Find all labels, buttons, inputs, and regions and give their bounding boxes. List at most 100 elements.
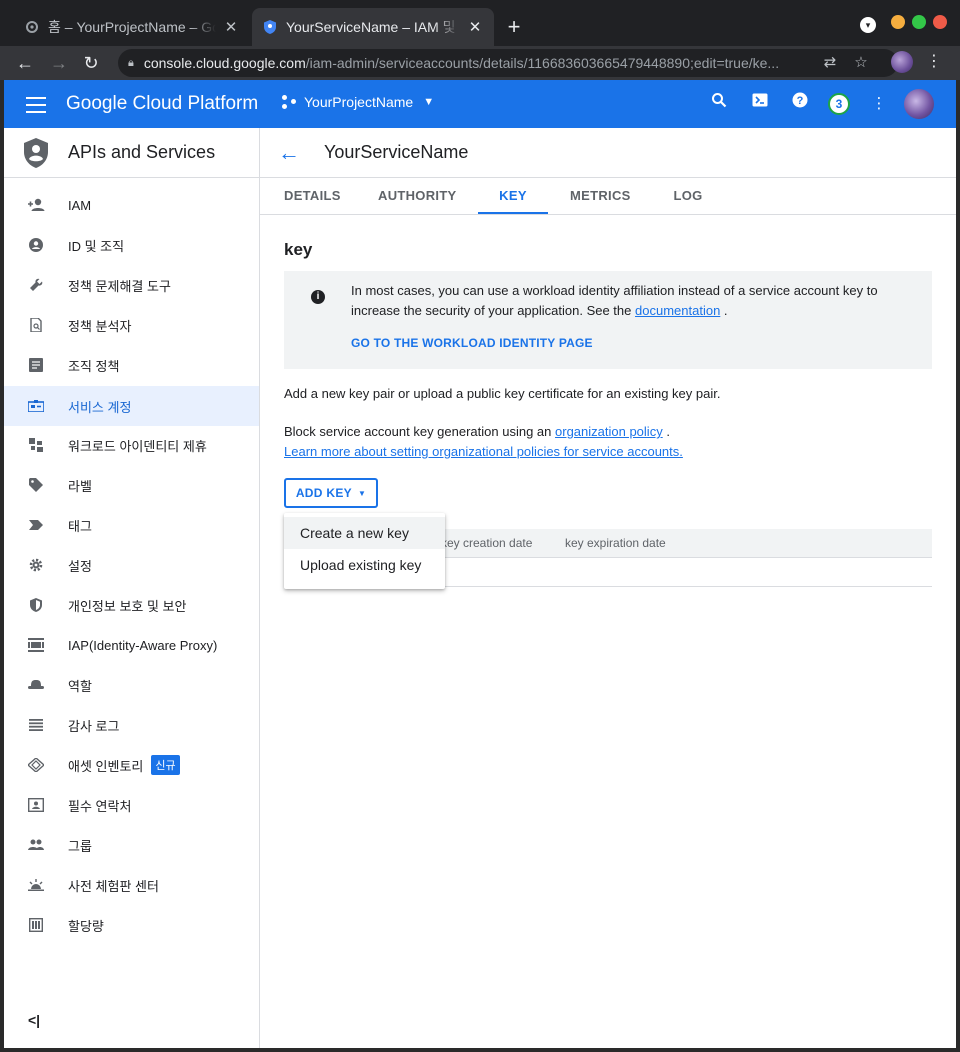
- browser-tab-home[interactable]: 홈 – YourProjectName – Google Cloud ✕: [14, 8, 250, 46]
- sidebar-item-privacy-security[interactable]: 개인정보 보호 및 보안: [4, 585, 259, 625]
- back-icon[interactable]: ←: [12, 50, 38, 76]
- workload-identity-page-link[interactable]: GO TO THE WORKLOAD IDENTITY PAGE: [351, 336, 593, 350]
- sidebar-item-preview-center[interactable]: 사전 체험판 센터: [4, 865, 259, 905]
- sidebar-item-org-policy[interactable]: 조직 정책: [4, 345, 259, 385]
- maximize-button[interactable]: [912, 15, 926, 29]
- info-text-end: .: [723, 303, 728, 318]
- browser-menu-icon[interactable]: ⋮: [926, 51, 942, 71]
- wrench-icon: [26, 275, 46, 295]
- add-key-menu: Create a new key Upload existing key: [284, 513, 445, 589]
- tab-search-icon[interactable]: ▾: [860, 17, 876, 33]
- menu-item-upload-existing-key[interactable]: Upload existing key: [284, 549, 445, 581]
- organization-policy-link[interactable]: organization policy: [555, 424, 663, 439]
- sidebar-item-tags[interactable]: 태그: [4, 505, 259, 545]
- search-icon[interactable]: [707, 92, 731, 116]
- info-text: In most cases, you can use a workload id…: [351, 281, 911, 321]
- address-bar[interactable]: 🔒︎ console.cloud.google.com /iam-admin/s…: [118, 49, 898, 77]
- browser-profile-avatar[interactable]: [891, 51, 913, 73]
- close-window-button[interactable]: [933, 15, 947, 29]
- sidebar-item-labels[interactable]: 라벨: [4, 465, 259, 505]
- sidebar-item-groups[interactable]: 그룹: [4, 825, 259, 865]
- info-icon: i: [311, 290, 325, 304]
- reload-icon[interactable]: ↻: [78, 50, 104, 76]
- sidebar-item-asset-inventory[interactable]: 애셋 인벤토리 신규: [4, 745, 259, 785]
- tab-bar: DETAILS AUTHORITY KEY METRICS LOG: [260, 178, 956, 215]
- sidebar-item-label: 개인정보 보호 및 보안: [68, 598, 187, 614]
- project-selector[interactable]: YourProjectName ▼: [282, 94, 434, 110]
- more-vert-icon[interactable]: ⋮: [867, 92, 891, 116]
- sidebar-item-quotas[interactable]: 할당량: [4, 905, 259, 945]
- sidebar-item-label: 사전 체험판 센터: [68, 878, 159, 894]
- sidebar-item-iap[interactable]: IAP(Identity-Aware Proxy): [4, 625, 259, 665]
- gear-icon: [26, 555, 46, 575]
- close-tab-icon[interactable]: ✕: [222, 18, 240, 36]
- iap-icon: [26, 635, 46, 655]
- browser-tab-title: 홈 – YourProjectName – Google Cloud: [48, 19, 216, 35]
- browser-tab-active[interactable]: YourServiceName – IAM 및 관리자 ✕: [252, 8, 494, 46]
- sidebar-item-policy-analyzer[interactable]: 정책 분석자: [4, 305, 259, 345]
- caret-down-icon: ▼: [357, 488, 367, 498]
- cloud-shell-icon[interactable]: [748, 92, 772, 116]
- page-header: ← YourServiceName: [260, 128, 956, 178]
- sidebar-item-label: 그룹: [68, 838, 92, 854]
- page-title: YourServiceName: [324, 142, 469, 162]
- tab-details[interactable]: DETAILS: [284, 178, 340, 214]
- tab-authority[interactable]: AUTHORITY: [378, 178, 456, 214]
- product-brand[interactable]: Google Cloud Platform: [66, 93, 258, 115]
- tab-metrics[interactable]: METRICS: [570, 178, 630, 214]
- service-account-icon: [26, 396, 46, 416]
- column-header: key expiration date: [565, 536, 666, 550]
- person-add-icon: [26, 195, 46, 215]
- group-icon: [26, 835, 46, 855]
- hamburger-menu-icon[interactable]: [24, 93, 48, 115]
- collapse-sidebar-icon[interactable]: <|: [28, 1012, 40, 1028]
- sidebar: APIs and Services IAM ID 및 조직 정책 문제해결 도구…: [4, 128, 260, 1048]
- workload-identity-icon: [26, 435, 46, 455]
- learn-more-link[interactable]: Learn more about setting organizational …: [284, 444, 683, 459]
- forward-icon[interactable]: →: [46, 50, 72, 76]
- tab-key[interactable]: KEY: [478, 178, 548, 214]
- account-avatar[interactable]: [904, 89, 934, 119]
- tab-log[interactable]: LOG: [670, 178, 706, 214]
- sidebar-item-audit-logs[interactable]: 감사 로그: [4, 705, 259, 745]
- sidebar-item-label: IAM: [68, 197, 92, 213]
- arrow-back-icon[interactable]: ←: [278, 140, 300, 166]
- column-header: key creation date: [441, 536, 533, 550]
- close-tab-icon[interactable]: ✕: [466, 18, 484, 36]
- sidebar-item-label: 워크로드 아이덴티티 제휴: [68, 438, 207, 454]
- sidebar-item-label: 역할: [68, 678, 92, 694]
- add-key-label: ADD KEY: [295, 486, 352, 500]
- sidebar-item-roles[interactable]: 역할: [4, 665, 259, 705]
- key-description: Add a new key pair or upload a public ke…: [284, 386, 721, 401]
- sidebar-item-label: 설정: [68, 558, 92, 574]
- help-icon[interactable]: ?: [788, 92, 812, 116]
- section-title: key: [284, 240, 313, 259]
- sidebar-item-label: ID 및 조직: [68, 238, 125, 254]
- sidebar-item-policy-troubleshooter[interactable]: 정책 문제해결 도구: [4, 265, 259, 305]
- app-body: APIs and Services IAM ID 및 조직 정책 문제해결 도구…: [4, 128, 956, 1048]
- sidebar-item-service-accounts[interactable]: 서비스 계정: [4, 386, 259, 426]
- sidebar-item-workload-identity[interactable]: 워크로드 아이덴티티 제휴: [4, 425, 259, 465]
- sidebar-item-label: 조직 정책: [68, 358, 120, 374]
- sidebar-item-essential-contacts[interactable]: 필수 연락처: [4, 785, 259, 825]
- sidebar-item-label: 할당량: [68, 918, 104, 934]
- sidebar-item-label: IAP(Identity-Aware Proxy): [68, 637, 218, 653]
- add-key-button[interactable]: ADD KEY ▼: [284, 478, 378, 508]
- list-box-icon: [26, 355, 46, 375]
- hat-icon: [26, 675, 46, 695]
- project-icon: [282, 95, 296, 109]
- notifications-badge[interactable]: 3: [828, 93, 850, 115]
- lines-icon: [26, 715, 46, 735]
- documentation-link[interactable]: documentation: [635, 303, 720, 318]
- sidebar-item-iam[interactable]: IAM: [4, 185, 259, 225]
- shield-icon: [26, 595, 46, 615]
- translate-icon[interactable]: ⇄: [820, 53, 840, 71]
- menu-item-create-new-key[interactable]: Create a new key: [284, 517, 445, 549]
- sidebar-item-identity-org[interactable]: ID 및 조직: [4, 225, 259, 265]
- sidebar-item-settings[interactable]: 설정: [4, 545, 259, 585]
- sidebar-item-label: 정책 분석자: [68, 318, 132, 334]
- new-badge: 신규: [151, 755, 180, 775]
- new-tab-button[interactable]: +: [502, 14, 526, 40]
- minimize-button[interactable]: [891, 15, 905, 29]
- bookmark-star-icon[interactable]: ☆: [851, 53, 871, 71]
